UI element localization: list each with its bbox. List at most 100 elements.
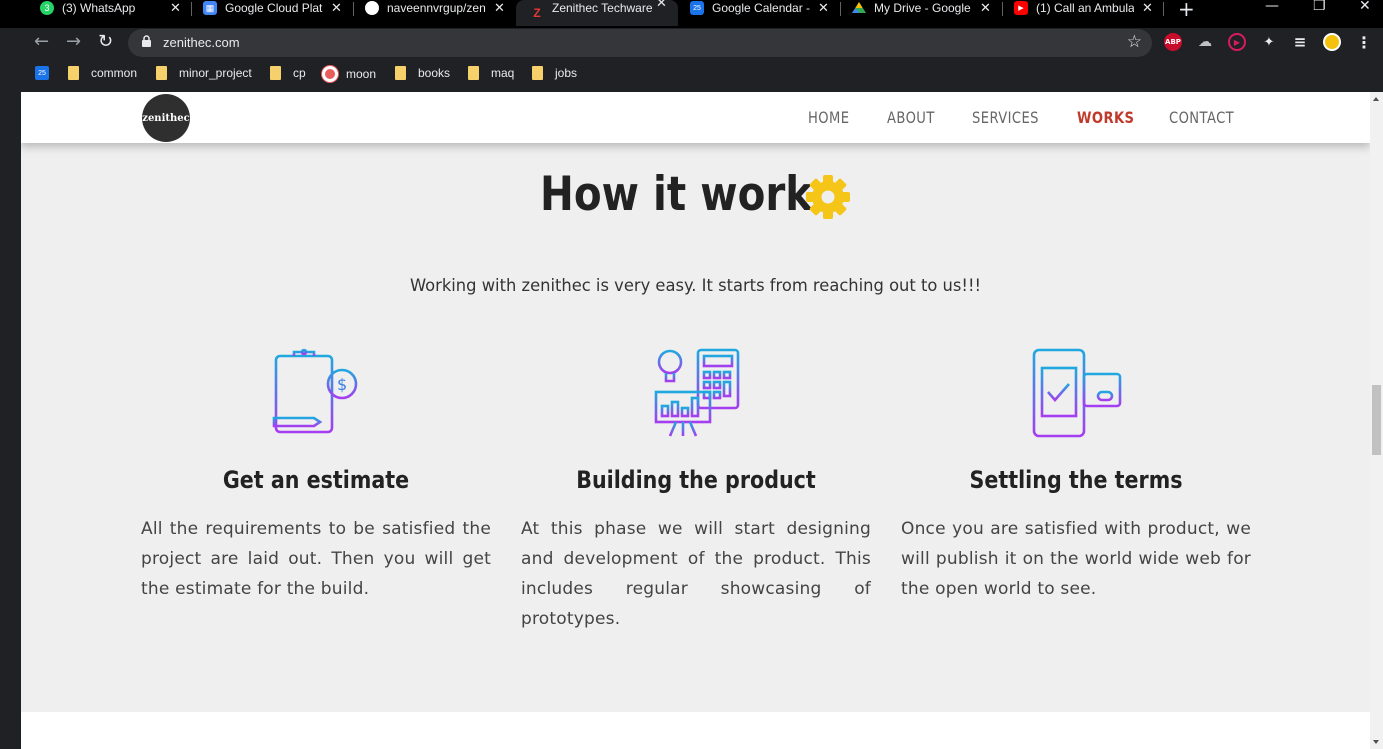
bookmark-moon[interactable]: moon [322, 66, 376, 82]
github-icon [365, 1, 379, 15]
forward-button[interactable]: → [66, 31, 81, 52]
browser-toolbar: ← → ↻ zenithec.com ☆ ABP ☁ ▶ ✦ ≡ ⋮ [0, 28, 1383, 58]
menu-kebab-icon[interactable]: ⋮ [1355, 33, 1373, 52]
drive-icon [852, 1, 866, 15]
bookmarks-bar: 25 common minor_project cp moon books ma… [0, 58, 1383, 92]
tab-title: (1) Call an Ambula [1036, 1, 1134, 15]
back-button[interactable]: ← [34, 31, 49, 52]
adblock-icon[interactable]: ABP [1164, 33, 1182, 51]
folder-icon [395, 66, 406, 80]
tab-whatsapp[interactable]: 3 (3) WhatsApp ✕ [40, 0, 181, 16]
address-bar[interactable]: zenithec.com ☆ [128, 29, 1152, 57]
step-description: At this phase we will start designing an… [521, 519, 871, 629]
bookmark-label: cp [293, 66, 306, 80]
site-logo[interactable]: zenithec [142, 94, 190, 142]
tab-separator [1163, 2, 1164, 16]
puzzle-extensions-icon[interactable]: ✦ [1260, 33, 1278, 51]
page-scrollbar[interactable] [1370, 92, 1383, 749]
step-description: All the requirements to be satisfied the… [141, 519, 491, 599]
tab-separator [191, 2, 192, 16]
step-title: Get an estimate [222, 466, 410, 494]
scrollbar-thumb[interactable] [1372, 385, 1381, 455]
close-tab-icon[interactable]: ✕ [656, 0, 667, 11]
calendar-bookmark[interactable]: 25 [35, 66, 49, 80]
next-section [21, 712, 1370, 749]
logo-text: zenithec [142, 112, 190, 124]
zenithec-favicon: Z [533, 6, 541, 20]
bookmark-label: jobs [555, 66, 578, 80]
close-window-button[interactable]: ✕ [1359, 0, 1371, 14]
step-title: Settling the terms [969, 466, 1183, 494]
calendar-icon: 25 [690, 1, 704, 15]
bookmark-label: common [91, 66, 138, 80]
step-title: Building the product [576, 466, 816, 494]
close-tab-icon[interactable]: ✕ [818, 0, 829, 16]
gear-icon [806, 175, 850, 219]
bookmark-minor-project[interactable]: minor_project [156, 66, 252, 80]
bookmark-label: moon [346, 67, 377, 81]
nav-works[interactable]: WORKS [1077, 108, 1134, 127]
cloud-extension-icon[interactable]: ☁ [1196, 33, 1214, 51]
bookmark-label: maq [491, 66, 515, 80]
moon-bookmark-icon [322, 66, 338, 82]
tab-title: Google Cloud Plat [225, 1, 323, 15]
tab-github[interactable]: naveennvrgup/zen ✕ [365, 0, 505, 16]
lock-icon [142, 35, 151, 47]
scroll-down-arrow[interactable] [1373, 740, 1379, 744]
bookmark-books[interactable]: books [395, 66, 450, 80]
nav-about[interactable]: ABOUT [887, 108, 935, 127]
bookmark-jobs[interactable]: jobs [532, 66, 577, 80]
tab-title: My Drive - Google [874, 1, 971, 15]
nav-home[interactable]: HOME [808, 108, 849, 127]
restore-button[interactable]: ❐ [1313, 0, 1326, 14]
tab-calendar[interactable]: 25 Google Calendar - ✕ [690, 0, 829, 16]
bookmark-label: books [418, 66, 451, 80]
tab-title: Google Calendar - [712, 1, 811, 15]
tab-youtube[interactable]: ▶ (1) Call an Ambula ✕ [1014, 0, 1153, 16]
nav-contact[interactable]: CONTACT [1169, 108, 1234, 127]
new-tab-button[interactable]: + [1178, 0, 1195, 21]
reload-button[interactable]: ↻ [98, 31, 113, 52]
tab-separator [1002, 2, 1003, 16]
tab-drive[interactable]: My Drive - Google ✕ [852, 0, 991, 16]
folder-icon [68, 66, 79, 80]
tab-separator [353, 2, 354, 16]
tab-title: naveennvrgup/zen [387, 1, 486, 15]
record-extension-icon[interactable]: ▶ [1228, 33, 1246, 51]
close-tab-icon[interactable]: ✕ [170, 0, 181, 16]
site-header: zenithec HOME ABOUT SERVICES WORKS CONTA… [21, 92, 1370, 143]
url-text[interactable]: zenithec.com [163, 35, 240, 50]
close-tab-icon[interactable]: ✕ [331, 0, 342, 16]
close-tab-icon[interactable]: ✕ [494, 0, 505, 16]
build-presentation-icon [653, 348, 740, 437]
phone-payment-icon [1032, 348, 1122, 438]
scroll-up-arrow[interactable] [1373, 97, 1379, 101]
calendar-bookmark-icon: 25 [35, 66, 49, 80]
bookmark-maq[interactable]: maq [468, 66, 514, 80]
tab-title: (3) WhatsApp [62, 1, 136, 15]
minimize-button[interactable]: — [1265, 0, 1279, 14]
folder-icon [156, 66, 167, 80]
folder-icon [532, 66, 543, 80]
tab-google-cloud[interactable]: ▦ Google Cloud Plat ✕ [203, 0, 342, 16]
folder-icon [270, 66, 281, 80]
svg-text:$: $ [337, 375, 347, 394]
close-tab-icon[interactable]: ✕ [980, 0, 991, 16]
section-title: How it works [540, 167, 837, 222]
cloud-chip-icon: ▦ [203, 1, 217, 15]
nav-services[interactable]: SERVICES [972, 108, 1039, 127]
bookmark-cp[interactable]: cp [270, 66, 306, 80]
media-queue-icon[interactable]: ≡ [1291, 33, 1309, 51]
tab-strip: 3 (3) WhatsApp ✕ ▦ Google Cloud Plat ✕ n… [0, 0, 1383, 28]
tab-separator [840, 2, 841, 16]
close-tab-icon[interactable]: ✕ [1142, 0, 1153, 16]
profile-avatar[interactable] [1323, 33, 1341, 51]
bookmark-label: minor_project [179, 66, 252, 80]
whatsapp-icon: 3 [40, 1, 54, 15]
bookmark-star-icon[interactable]: ☆ [1127, 32, 1142, 52]
tab-zenithec[interactable]: Z Zenithec Techware ✕ [516, 0, 678, 26]
tab-title: Zenithec Techware [552, 1, 652, 15]
page-viewport: zenithec HOME ABOUT SERVICES WORKS CONTA… [21, 92, 1370, 749]
bookmark-common[interactable]: common [68, 66, 137, 80]
step-description: Once you are satisfied with product, we … [901, 519, 1251, 599]
